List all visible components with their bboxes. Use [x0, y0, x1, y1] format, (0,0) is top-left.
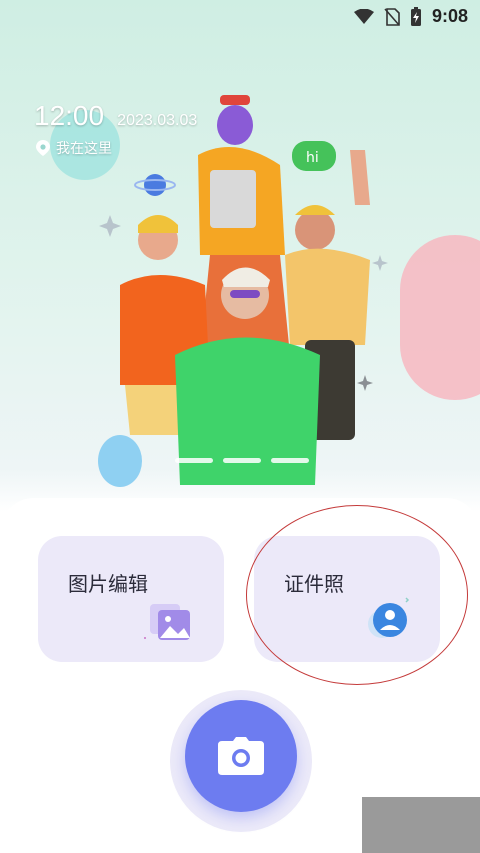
image-edit-icon	[144, 604, 190, 640]
hero-banner[interactable]: 12:00 2023.03.03 我在这里 hi	[0, 0, 480, 500]
decor-blob	[400, 235, 480, 400]
watermark-patch	[362, 797, 480, 853]
carousel-dot[interactable]	[271, 458, 309, 463]
image-edit-button[interactable]: 图片编辑	[38, 536, 224, 662]
highlight-ring	[246, 505, 468, 685]
carousel-indicator	[175, 458, 309, 463]
image-edit-label: 图片编辑	[68, 572, 148, 596]
camera-button[interactable]	[185, 700, 297, 812]
location-pin-icon	[36, 140, 50, 156]
carousel-dot[interactable]	[223, 458, 261, 463]
speech-bubble-text: hi	[306, 150, 319, 166]
camera-icon	[218, 737, 264, 775]
people-illustration: hi	[99, 95, 388, 485]
carousel-dot[interactable]	[175, 458, 213, 463]
